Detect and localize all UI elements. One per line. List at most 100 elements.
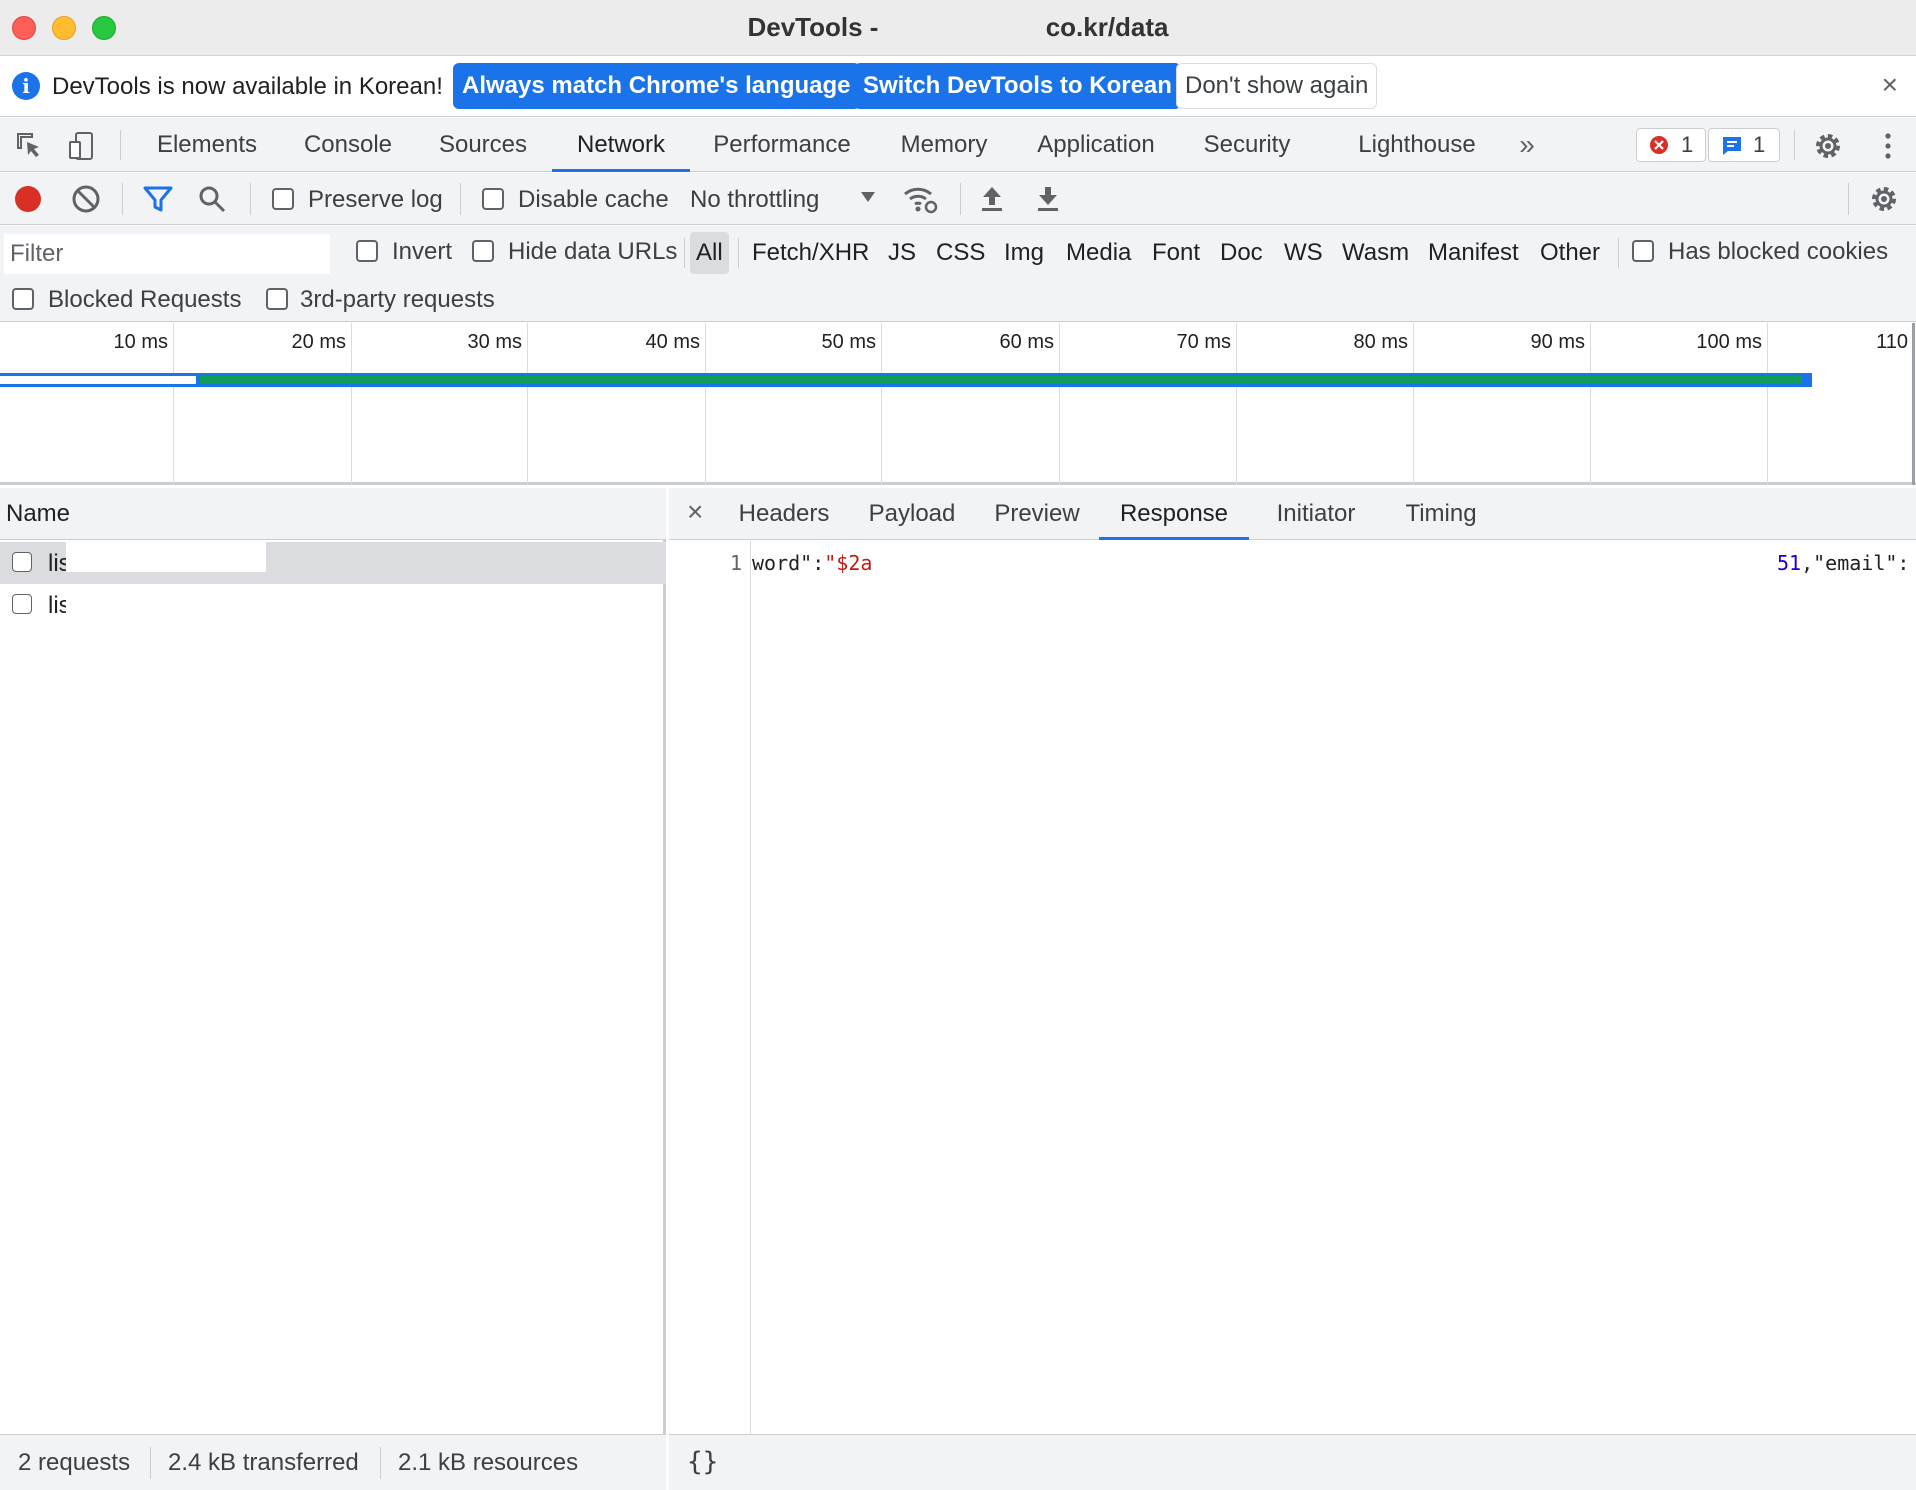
- request-row-checkbox[interactable]: [12, 552, 32, 572]
- timeline-tick-label: 90 ms: [1530, 331, 1585, 353]
- tab-application[interactable]: Application: [1034, 118, 1158, 172]
- timeline-gridline: [1912, 323, 1915, 485]
- filter-bar: Invert Hide data URLs All Fetch/XHR JS C…: [0, 226, 1916, 322]
- request-row[interactable]: lis: [0, 584, 666, 626]
- response-code-left[interactable]: word":"$2a: [752, 551, 872, 575]
- tab-response[interactable]: Response: [1099, 488, 1249, 540]
- preserve-log-checkbox[interactable]: [272, 188, 294, 210]
- language-infobar: i DevTools is now available in Korean! A…: [0, 57, 1916, 117]
- timeline-gridline: [705, 323, 706, 485]
- filter-type-all[interactable]: All: [690, 232, 729, 274]
- third-party-requests-checkbox[interactable]: [266, 288, 288, 310]
- toolbar-divider: [1794, 130, 1795, 160]
- name-column-header[interactable]: Name: [0, 488, 666, 540]
- request-row[interactable]: lis: [0, 542, 666, 584]
- has-blocked-cookies-label[interactable]: Has blocked cookies: [1668, 238, 1888, 266]
- has-blocked-cookies-checkbox[interactable]: [1632, 240, 1654, 262]
- transferred-size: 2.4 kB transferred: [168, 1449, 359, 1476]
- tab-preview[interactable]: Preview: [989, 488, 1085, 540]
- more-options-icon[interactable]: [1872, 130, 1904, 162]
- status-divider: [380, 1447, 381, 1479]
- tab-console[interactable]: Console: [302, 118, 394, 172]
- response-code-right[interactable]: 51,"email":: [1777, 551, 1909, 575]
- filter-type-wasm[interactable]: Wasm: [1336, 232, 1415, 274]
- filter-type-img[interactable]: Img: [998, 232, 1050, 274]
- record-icon[interactable]: [12, 183, 44, 215]
- devtools-window: DevTools - co.kr/data i DevTools is now …: [0, 0, 1916, 1490]
- filter-divider: [738, 238, 739, 268]
- toolbar-divider: [120, 130, 121, 160]
- tab-security[interactable]: Security: [1202, 118, 1292, 172]
- throttling-dropdown-arrow-icon[interactable]: [856, 185, 888, 217]
- network-conditions-icon[interactable]: [902, 183, 938, 215]
- message-count: 1: [1753, 132, 1766, 157]
- invert-label[interactable]: Invert: [392, 238, 452, 266]
- device-toolbar-icon[interactable]: [66, 130, 98, 162]
- tab-memory[interactable]: Memory: [898, 118, 990, 172]
- tab-sources[interactable]: Sources: [438, 118, 528, 172]
- tab-lighthouse[interactable]: Lighthouse: [1356, 118, 1478, 172]
- timeline-tick-label: 70 ms: [1176, 331, 1231, 353]
- third-party-requests-label[interactable]: 3rd-party requests: [300, 286, 495, 314]
- error-count-badge[interactable]: 1: [1636, 128, 1706, 162]
- window-title: DevTools - co.kr/data: [0, 12, 1916, 43]
- filter-type-font[interactable]: Font: [1146, 232, 1206, 274]
- blocked-requests-checkbox[interactable]: [12, 288, 34, 310]
- more-tabs-icon[interactable]: »: [1514, 118, 1540, 172]
- filter-input[interactable]: [4, 234, 330, 274]
- export-har-icon[interactable]: [1032, 183, 1064, 215]
- filter-type-js[interactable]: JS: [882, 232, 922, 274]
- filter-type-media[interactable]: Media: [1060, 232, 1137, 274]
- tab-headers[interactable]: Headers: [735, 488, 833, 540]
- tab-initiator[interactable]: Initiator: [1263, 488, 1369, 540]
- clear-icon[interactable]: [70, 183, 102, 215]
- main-tab-bar: Elements Console Sources Network Perform…: [0, 118, 1916, 172]
- toolbar-divider: [960, 183, 961, 215]
- filter-type-doc[interactable]: Doc: [1214, 232, 1269, 274]
- toolbar-divider: [460, 183, 461, 215]
- settings-gear-icon[interactable]: [1812, 130, 1844, 162]
- pretty-print-button[interactable]: {}: [687, 1447, 718, 1477]
- dont-show-again-button[interactable]: Don't show again: [1176, 63, 1378, 109]
- import-har-icon[interactable]: [976, 183, 1008, 215]
- timeline-tick-label: 40 ms: [645, 331, 700, 353]
- hide-data-urls-checkbox[interactable]: [472, 240, 494, 262]
- network-settings-gear-icon[interactable]: [1868, 183, 1900, 215]
- info-icon: i: [12, 72, 40, 100]
- disable-cache-checkbox[interactable]: [482, 188, 504, 210]
- request-count: 2 requests: [18, 1449, 131, 1476]
- message-count-badge[interactable]: 1: [1708, 128, 1780, 162]
- filter-type-other[interactable]: Other: [1534, 232, 1606, 274]
- disable-cache-label[interactable]: Disable cache: [518, 186, 669, 214]
- tab-elements[interactable]: Elements: [156, 118, 258, 172]
- filter-type-ws[interactable]: WS: [1278, 232, 1329, 274]
- request-timing-bar-download: [200, 376, 1802, 384]
- filter-type-css[interactable]: CSS: [930, 232, 991, 274]
- inspect-element-icon[interactable]: [14, 130, 46, 162]
- redacted-block: [66, 542, 266, 572]
- throttling-select[interactable]: No throttling: [690, 186, 819, 214]
- filter-type-fetch-xhr[interactable]: Fetch/XHR: [746, 232, 875, 274]
- preserve-log-label[interactable]: Preserve log: [308, 186, 443, 214]
- search-icon[interactable]: [196, 183, 228, 215]
- always-match-language-button[interactable]: Always match Chrome's language: [453, 63, 860, 109]
- network-overview-timeline[interactable]: 10 ms 20 ms 30 ms 40 ms 50 ms 60 ms 70 m…: [0, 323, 1916, 485]
- toolbar-divider: [122, 183, 123, 215]
- filter-icon[interactable]: [142, 183, 174, 215]
- infobar-close-icon[interactable]: ×: [1882, 69, 1898, 101]
- invert-checkbox[interactable]: [356, 240, 378, 262]
- timeline-gridline: [881, 323, 882, 485]
- filter-type-manifest[interactable]: Manifest: [1422, 232, 1525, 274]
- tab-payload[interactable]: Payload: [865, 488, 959, 540]
- json-number: 51: [1777, 551, 1802, 575]
- hide-data-urls-label[interactable]: Hide data URLs: [508, 238, 677, 266]
- tab-performance[interactable]: Performance: [712, 118, 852, 172]
- blocked-requests-label[interactable]: Blocked Requests: [48, 286, 241, 314]
- tab-network[interactable]: Network: [552, 118, 690, 172]
- tab-timing[interactable]: Timing: [1399, 488, 1483, 540]
- filter-divider: [1618, 238, 1619, 268]
- switch-to-korean-button[interactable]: Switch DevTools to Korean: [854, 63, 1181, 109]
- close-detail-icon[interactable]: ×: [687, 496, 703, 528]
- request-row-checkbox[interactable]: [12, 594, 32, 614]
- window-title-suffix: co.kr/data: [1045, 12, 1169, 42]
